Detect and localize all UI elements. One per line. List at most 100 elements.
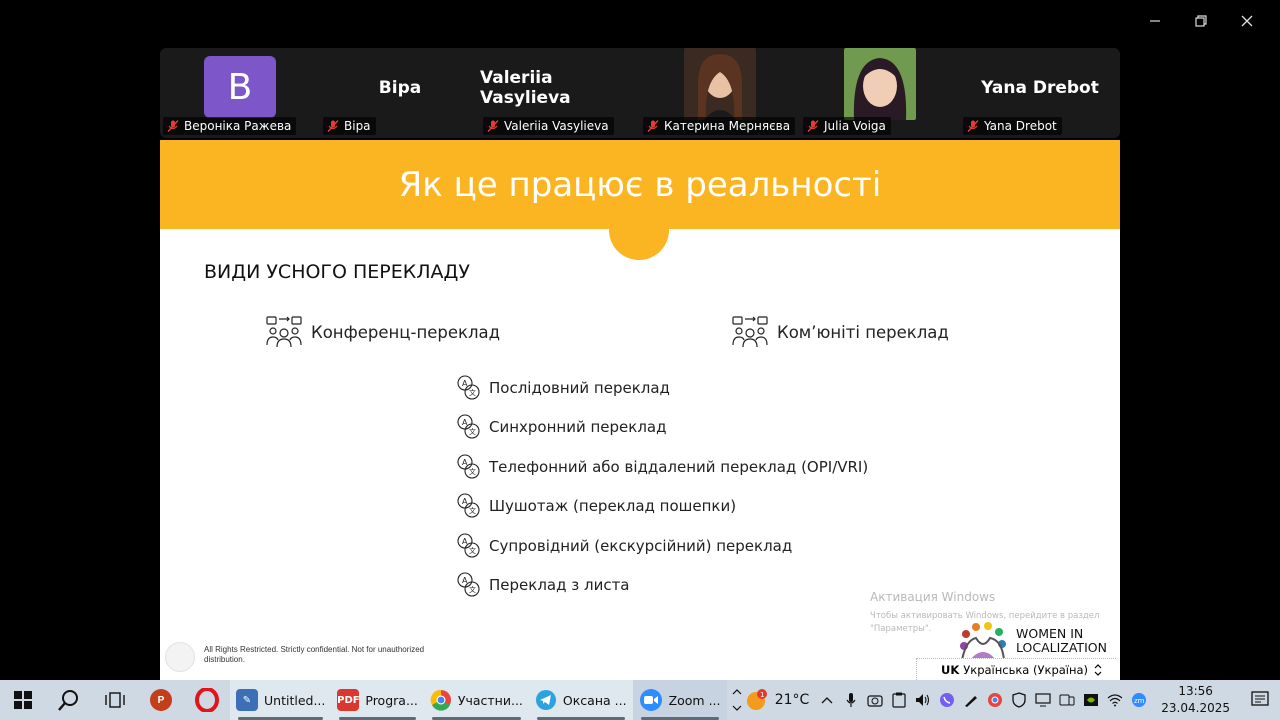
nvidia-icon xyxy=(1084,694,1099,706)
clipboard-tray[interactable] xyxy=(887,680,911,720)
language-name: Українська (Україна) xyxy=(963,662,1089,677)
category-conference: Конференц-переклад xyxy=(265,315,500,349)
phone-link-tray[interactable] xyxy=(1055,680,1079,720)
participant-tile[interactable]: Yana Drebot Yana Drebot xyxy=(960,48,1120,138)
participant-label: Вероніка Ражева xyxy=(163,117,297,135)
system-tray: 1 21°C zm 13:56 23.04.2025 xyxy=(739,680,1280,720)
muted-mic-icon xyxy=(967,120,979,132)
search-button[interactable] xyxy=(46,680,92,720)
decorative-circle xyxy=(609,200,669,260)
gpu-tray[interactable] xyxy=(1079,680,1103,720)
weather-widget[interactable]: 1 21°C xyxy=(739,680,816,720)
opera-button[interactable] xyxy=(184,680,230,720)
close-button[interactable] xyxy=(1224,10,1270,32)
participant-label: Катерина Мерняєва xyxy=(643,117,796,135)
weather-badge: 1 xyxy=(760,691,764,699)
list-item: A文 Шушотаж (переклад пошепки) xyxy=(455,487,868,527)
zoom-tray[interactable]: zm xyxy=(1127,680,1151,720)
shared-slide: Як це працює в реальності ВИДИ УСНОГО ПЕ… xyxy=(160,140,1120,680)
muted-mic-icon xyxy=(167,120,179,132)
taskbar-app-paint[interactable]: ✎ Untitled... xyxy=(230,680,332,720)
language-indicator: UK Українська (Україна) xyxy=(941,663,1088,677)
avatar: B xyxy=(204,56,276,118)
paint-icon: ✎ xyxy=(236,689,258,711)
participant-tile[interactable]: Віра Віра xyxy=(320,48,480,138)
clock[interactable]: 13:56 23.04.2025 xyxy=(1151,683,1240,717)
company-logo-small xyxy=(165,642,195,672)
task-view-icon xyxy=(105,692,125,708)
onedrive-tray[interactable] xyxy=(959,680,983,720)
participant-name: Вероніка Ражева xyxy=(184,119,292,133)
translation-icon: A文 xyxy=(457,572,480,597)
taskbar-app-pdf[interactable]: PDF Progra... xyxy=(331,680,424,720)
restore-button[interactable] xyxy=(1178,10,1224,32)
sun-weather-icon: 1 xyxy=(746,689,767,710)
participant-label: Yana Drebot xyxy=(963,117,1062,135)
participant-tile[interactable]: Valeriia Vasylieva Valeriia Vasylieva xyxy=(480,48,640,138)
participant-display-name: Віра xyxy=(378,78,422,98)
language-options-icon[interactable] xyxy=(1094,663,1102,676)
list-item-label: Телефонний або віддалений переклад (OPI/… xyxy=(489,457,869,476)
list-item-label: Переклад з листа xyxy=(489,576,630,595)
opera-icon xyxy=(195,688,219,712)
monitor-tray[interactable] xyxy=(1031,680,1055,720)
camera-tray[interactable] xyxy=(863,680,887,720)
interpreters-icon xyxy=(732,316,768,348)
chrome-tray[interactable] xyxy=(983,680,1007,720)
interpreters-icon xyxy=(266,316,302,348)
participant-name: Valeriia Vasylieva xyxy=(504,119,609,133)
zoom-icon xyxy=(639,689,662,711)
security-tray[interactable] xyxy=(1007,680,1031,720)
taskbar: P ✎ Untitled... PDF Progra... Участни...… xyxy=(0,680,1280,720)
task-view-button[interactable] xyxy=(92,680,138,720)
logo-line1: WOMEN IN xyxy=(1016,626,1084,641)
slide-title: Як це працює в реальності xyxy=(398,164,882,205)
pdf-icon: PDF xyxy=(337,689,360,711)
show-hidden-icons[interactable] xyxy=(815,680,839,720)
powerpoint-button[interactable]: P xyxy=(138,680,184,720)
start-button[interactable] xyxy=(0,680,46,720)
translation-icon: A文 xyxy=(457,454,480,479)
translation-icon: A文 xyxy=(457,414,480,439)
clock-time: 13:56 xyxy=(1178,684,1213,698)
svg-text:文: 文 xyxy=(469,388,476,397)
participant-tile[interactable]: B Вероніка Ражева xyxy=(160,48,320,138)
list-item: A文 Синхронний переклад xyxy=(455,408,868,448)
viber-tray[interactable] xyxy=(935,680,959,720)
list-item: A文 Телефонний або віддалений переклад (O… xyxy=(455,447,868,487)
taskbar-app-telegram[interactable]: Оксана ... xyxy=(528,680,633,720)
language-bar[interactable]: UK Українська (Україна) xyxy=(916,658,1116,680)
participant-name: Віра xyxy=(344,119,371,133)
list-item-label: Шушотаж (переклад пошепки) xyxy=(489,497,737,516)
notifications-button[interactable] xyxy=(1240,680,1280,720)
participant-name: Yana Drebot xyxy=(984,119,1057,133)
participant-photo xyxy=(844,48,916,120)
restore-icon xyxy=(1195,15,1207,27)
monitor-icon xyxy=(1035,693,1051,707)
taskbar-app-label: Progra... xyxy=(365,692,418,708)
taskbar-app-chrome[interactable]: Участни... xyxy=(423,680,529,720)
minimize-button[interactable] xyxy=(1132,10,1178,32)
category-label: Ком’юніті переклад xyxy=(777,322,949,342)
people-circle-icon xyxy=(960,622,1006,661)
participant-display-name: Yana Drebot xyxy=(981,78,1099,98)
network-tray[interactable] xyxy=(1103,680,1127,720)
svg-text:文: 文 xyxy=(469,427,476,436)
pen-icon xyxy=(965,696,978,707)
muted-mic-icon xyxy=(327,120,339,132)
wifi-icon xyxy=(1107,694,1123,707)
muted-mic-icon xyxy=(807,120,819,132)
taskbar-app-zoom[interactable]: Zoom ... xyxy=(632,680,727,720)
women-in-localization-logo: WOMEN IN LOCALIZATION xyxy=(956,620,1107,662)
svg-text:文: 文 xyxy=(469,506,476,515)
participant-label: Valeriia Vasylieva xyxy=(483,117,614,135)
participant-label: Julia Voiga xyxy=(803,117,891,135)
window-controls xyxy=(1132,10,1270,32)
weather-temp: 21°C xyxy=(774,692,810,708)
volume-tray[interactable] xyxy=(911,680,935,720)
list-item-label: Супровідний (екскурсійний) переклад xyxy=(489,536,793,555)
participant-tile[interactable]: Катерина Мерняєва xyxy=(640,48,800,138)
participant-tile[interactable]: Julia Voiga xyxy=(800,48,960,138)
svg-text:文: 文 xyxy=(469,467,476,476)
microphone-tray[interactable] xyxy=(839,680,863,720)
